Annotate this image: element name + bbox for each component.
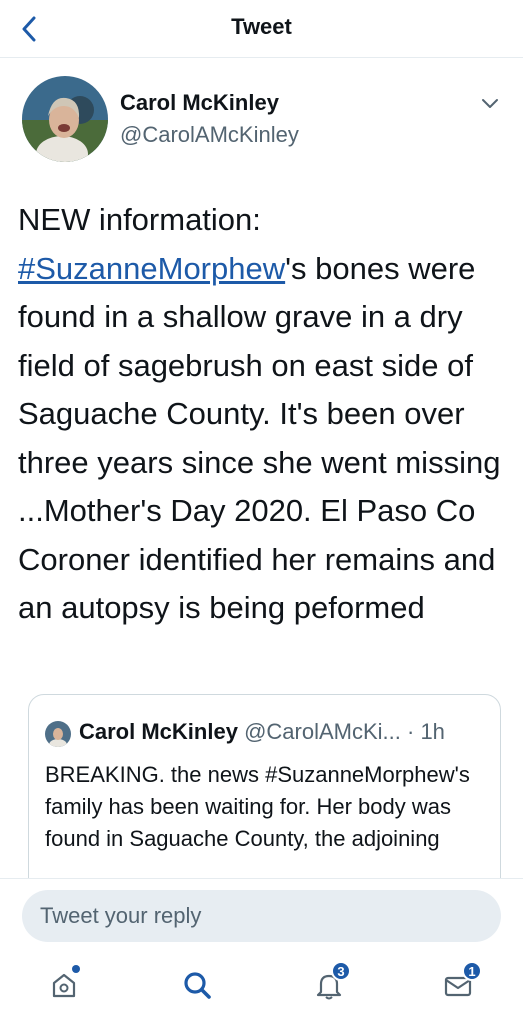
quoted-text: BREAKING. the news #SuzanneMorphew's fam…: [45, 762, 470, 851]
tweet-text-body: 's bones were found in a shallow grave i…: [18, 250, 501, 626]
reply-input[interactable]: [40, 890, 480, 942]
top-bar: Tweet: [0, 0, 523, 58]
more-options-button[interactable]: [478, 92, 502, 116]
tab-notifications[interactable]: 3: [305, 961, 353, 1009]
quoted-avatar: [45, 721, 71, 747]
search-icon: [184, 972, 211, 999]
home-new-dot: [72, 965, 80, 973]
quoted-author-name: Carol McKinley: [79, 719, 238, 744]
page-title: Tweet: [231, 14, 292, 39]
tweet-text: NEW information: #SuzanneMorphew's bones…: [18, 196, 508, 633]
home-icon: [52, 973, 76, 998]
chevron-down-icon: [482, 99, 498, 108]
notifications-badge: 3: [331, 961, 351, 981]
quoted-tweet[interactable]: Carol McKinley @CarolAMcKi... · 1h BREAK…: [28, 694, 501, 894]
reply-box[interactable]: [22, 890, 501, 942]
tweet-author: Carol McKinley @CarolAMcKinley: [22, 76, 512, 166]
bottom-bar: 3 1: [0, 878, 523, 1024]
tab-search[interactable]: [173, 961, 221, 1009]
tab-bar: 3 1: [0, 961, 523, 1021]
tab-home[interactable]: [40, 961, 88, 1009]
quoted-header: Carol McKinley @CarolAMcKi... · 1h: [79, 719, 445, 745]
hashtag-link[interactable]: #SuzanneMorphew: [18, 251, 285, 286]
tab-messages[interactable]: 1: [434, 961, 482, 1009]
avatar[interactable]: [22, 76, 108, 162]
author-handle[interactable]: @CarolAMcKinley: [120, 122, 299, 148]
quoted-author-handle: @CarolAMcKi...: [244, 719, 401, 744]
author-name[interactable]: Carol McKinley: [120, 90, 279, 116]
tweet-text-intro: NEW information:: [18, 202, 261, 237]
messages-badge: 1: [462, 961, 482, 981]
quoted-timestamp: · 1h: [407, 719, 445, 744]
